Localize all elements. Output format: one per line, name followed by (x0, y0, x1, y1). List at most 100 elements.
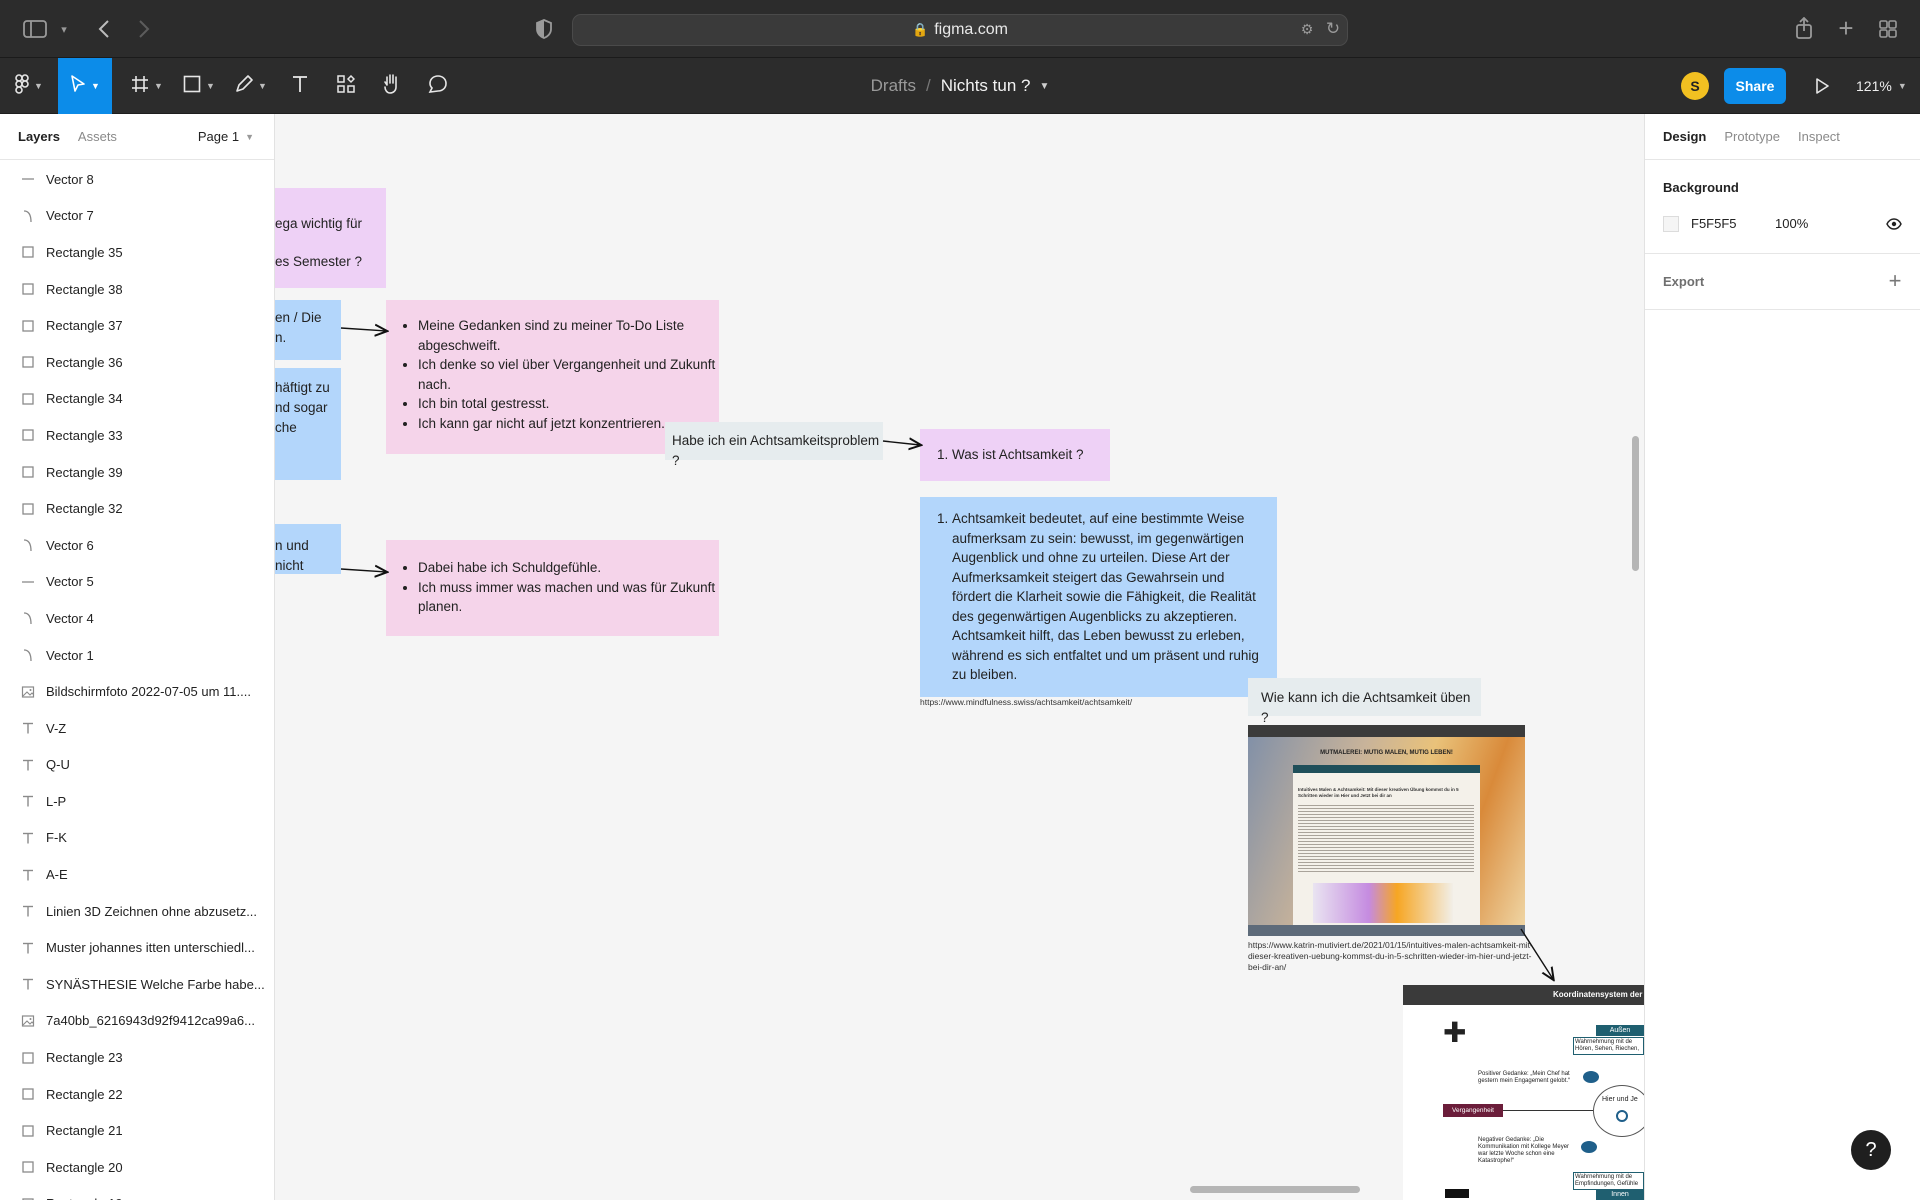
sticky-note-partial-top[interactable]: ega wichtig für es Semester ? (275, 188, 386, 288)
vertical-scrollbar[interactable] (1632, 436, 1639, 571)
pen-tool-button[interactable]: ▼ (228, 58, 274, 114)
sticky-note-partial-blue-2[interactable]: häftigt zu nd sogar che (275, 368, 341, 480)
layer-row[interactable]: Rectangle 22 (0, 1076, 274, 1113)
arrow-to-what-is (882, 441, 920, 445)
layer-row[interactable]: Vector 5 (0, 564, 274, 601)
screenshot-source-link[interactable]: https://www.katrin-mutiviert.de/2021/01/… (1248, 940, 1533, 973)
avatar[interactable]: S (1681, 72, 1709, 100)
layer-row[interactable]: Rectangle 19 (0, 1186, 274, 1200)
hand-tool-button[interactable] (376, 58, 408, 114)
layer-row[interactable]: Rectangle 33 (0, 417, 274, 454)
definition-source-link[interactable]: https://www.mindfulness.swiss/achtsamkei… (920, 697, 1220, 708)
breadcrumb-drafts[interactable]: Drafts (871, 76, 916, 96)
layer-row[interactable]: Rectangle 32 (0, 490, 274, 527)
layer-row[interactable]: 7a40bb_6216943d92f9412ca99a6... (0, 1003, 274, 1040)
layer-row[interactable]: Vector 7 (0, 198, 274, 235)
rectangle-icon (20, 1050, 36, 1066)
new-tab-plus-icon[interactable]: + (1834, 13, 1858, 43)
tab-design[interactable]: Design (1663, 129, 1706, 144)
sticky-note-feelings[interactable]: Dabei habe ich Schuldgefühle.Ich muss im… (386, 540, 719, 636)
url-text: figma.com (934, 21, 1008, 38)
layer-row[interactable]: Vector 1 (0, 637, 274, 674)
sidebar-toggle-icon[interactable] (20, 17, 50, 41)
layer-row[interactable]: Rectangle 39 (0, 454, 274, 491)
layer-name: F-K (46, 830, 67, 846)
sticky-note-definition[interactable]: Achtsamkeit bedeutet, auf eine bestimmte… (920, 497, 1277, 697)
layer-row[interactable]: Rectangle 38 (0, 271, 274, 308)
tab-assets[interactable]: Assets (78, 129, 117, 144)
layer-name: Vector 7 (46, 208, 94, 224)
sticky-note-partial-blue-3[interactable]: n und nicht (275, 524, 341, 574)
background-opacity-input[interactable]: 100% (1775, 216, 1808, 232)
page-selector[interactable]: Page 1 ▼ (198, 129, 254, 144)
chevron-down-icon[interactable]: ▾ (56, 18, 72, 40)
question-was-ist-achtsamkeit[interactable]: Was ist Achtsamkeit ? (920, 429, 1110, 481)
text-icon (20, 940, 36, 956)
address-bar[interactable]: 🔒 figma.com (572, 14, 1348, 46)
layer-row[interactable]: F-K (0, 820, 274, 857)
add-export-plus-icon[interactable]: + (1885, 268, 1905, 293)
text-icon (20, 903, 36, 919)
eye-icon[interactable] (1885, 216, 1903, 232)
question-achtsamkeitsproblem[interactable]: Habe ich ein Achtsamkeitsproblem ? (665, 422, 883, 468)
layer-row[interactable]: Muster johannes itten unterschiedl... (0, 929, 274, 966)
layer-row[interactable]: Vector 6 (0, 527, 274, 564)
image-icon (20, 684, 36, 700)
layer-row[interactable]: Vector 4 (0, 600, 274, 637)
layer-row[interactable]: Rectangle 34 (0, 381, 274, 418)
zoom-menu[interactable]: 121% ▼ (1856, 70, 1907, 102)
tab-inspect[interactable]: Inspect (1798, 129, 1840, 144)
bullet-item: Ich bin total gestresst. (418, 394, 719, 414)
rectangle-icon (20, 1159, 36, 1175)
tab-layers[interactable]: Layers (18, 129, 60, 144)
move-tool-button[interactable]: ▼ (58, 58, 112, 114)
koordinatensystem-diagram[interactable]: Koordinatensystem der ✚ Außen Wahrnehmun… (1403, 985, 1644, 1200)
layer-row[interactable]: L-P (0, 783, 274, 820)
tab-prototype[interactable]: Prototype (1724, 129, 1780, 144)
layer-row[interactable]: Bildschirmfoto 2022-07-05 um 11.... (0, 673, 274, 710)
layer-row[interactable]: Rectangle 37 (0, 307, 274, 344)
tab-overview-icon[interactable] (1876, 17, 1900, 41)
layer-name: Vector 6 (46, 537, 94, 553)
layer-row[interactable]: A-E (0, 856, 274, 893)
file-name[interactable]: Nichts tun ? (941, 76, 1031, 96)
chevron-down-icon[interactable]: ▼ (1039, 81, 1049, 92)
website-screenshot-image[interactable]: MUTMALEREI: MUTIG MALEN, MUTIG LEBEN! In… (1248, 725, 1525, 936)
plus-sign-icon: ✚ (1443, 1017, 1467, 1048)
translate-icon[interactable]: ⚙ (1296, 18, 1318, 40)
layer-row[interactable]: Q-U (0, 747, 274, 784)
layer-row[interactable]: Linien 3D Zeichnen ohne abzusetz... (0, 893, 274, 930)
layer-row[interactable]: Rectangle 21 (0, 1112, 274, 1149)
background-swatch[interactable] (1663, 216, 1679, 232)
layer-row[interactable]: SYNÄSTHESIE Welche Farbe habe... (0, 966, 274, 1003)
layer-row[interactable]: Rectangle 23 (0, 1039, 274, 1076)
resources-tool-button[interactable] (330, 58, 362, 114)
comment-tool-button[interactable] (422, 58, 454, 114)
frame-tool-button[interactable]: ▼ (124, 58, 170, 114)
back-arrow-icon[interactable] (92, 16, 116, 42)
share-sheet-icon[interactable] (1792, 15, 1816, 41)
shape-tool-button[interactable]: ▼ (176, 58, 222, 114)
present-play-icon[interactable] (1810, 74, 1834, 98)
note-text-line: n. (275, 330, 287, 345)
canvas[interactable]: ega wichtig für es Semester ? en / Die n… (275, 114, 1644, 1200)
note-text-line: che (275, 420, 297, 435)
horizontal-scrollbar[interactable] (1190, 1186, 1360, 1193)
layer-row[interactable]: V-Z (0, 710, 274, 747)
main-menu-button[interactable]: ▼ (6, 58, 52, 114)
question-list: Was ist Achtsamkeit ? (920, 445, 1110, 465)
target-icon (1616, 1110, 1628, 1122)
layer-row[interactable]: Vector 8 (0, 161, 274, 198)
layer-row[interactable]: Rectangle 35 (0, 234, 274, 271)
question-achtsamkeit-ueben[interactable]: Wie kann ich die Achtsamkeit üben ? (1248, 678, 1481, 725)
layer-row[interactable]: Rectangle 20 (0, 1149, 274, 1186)
sticky-note-partial-blue-1[interactable]: en / Die n. (275, 300, 341, 360)
share-button[interactable]: Share (1724, 68, 1786, 104)
reload-icon[interactable]: ↻ (1322, 18, 1344, 40)
privacy-shield-icon[interactable] (532, 17, 556, 41)
forward-arrow-icon[interactable] (132, 16, 156, 42)
text-tool-button[interactable] (284, 58, 316, 114)
help-button[interactable]: ? (1851, 1130, 1891, 1170)
layer-row[interactable]: Rectangle 36 (0, 344, 274, 381)
background-hex-input[interactable]: F5F5F5 (1691, 216, 1737, 232)
